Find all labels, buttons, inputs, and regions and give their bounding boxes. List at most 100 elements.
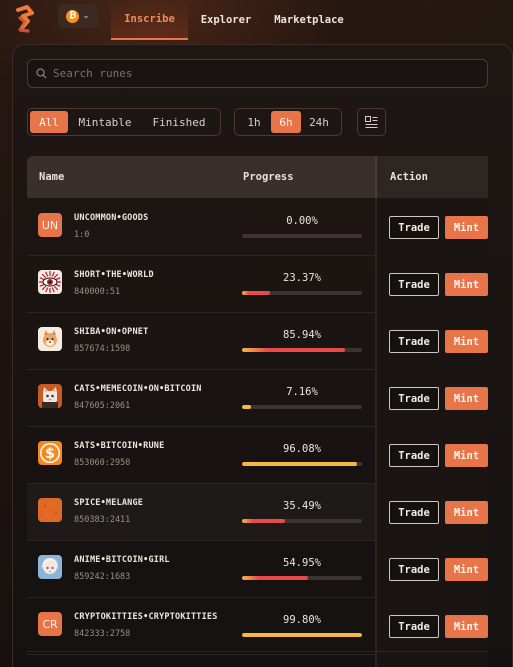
top-navigation: ₿ ⌄ Inscribe Explorer Marketplace: [0, 0, 513, 40]
progress-percent: 99.80%: [283, 614, 321, 626]
row-actions: Trade Mint: [389, 387, 488, 411]
filter-finished[interactable]: Finished: [142, 111, 216, 133]
header-name[interactable]: Name: [39, 156, 64, 198]
filter-mintable[interactable]: Mintable: [68, 111, 142, 133]
row-actions: Trade Mint: [389, 330, 488, 354]
search-input[interactable]: [53, 67, 473, 80]
mint-button[interactable]: Mint: [445, 273, 488, 296]
chain-selector[interactable]: ₿ ⌄: [58, 4, 98, 28]
rune-name[interactable]: CRYPTOKITTIES•CRYPTOKITTIES: [74, 612, 218, 622]
rune-name[interactable]: ANIME•BITCOIN•GIRL: [74, 555, 170, 565]
progress-percent: 0.00%: [286, 215, 318, 227]
progress-bar: [242, 633, 362, 637]
mint-button[interactable]: Mint: [445, 558, 488, 581]
eye-icon: [38, 270, 62, 294]
list-view-icon: [365, 115, 378, 128]
progress-bar-fill: [242, 576, 308, 580]
search-box[interactable]: [27, 59, 488, 88]
table-row[interactable]: $ SATS•BITCOIN•RUNE 853060:2950 96.08%: [27, 427, 375, 484]
filter-6h[interactable]: 6h: [271, 111, 301, 133]
cat-icon: [38, 384, 62, 408]
rune-name[interactable]: SATS•BITCOIN•RUNE: [74, 441, 164, 451]
table-row[interactable]: ANIME•BITCOIN•GIRL 859242:1683 54.95%: [27, 541, 375, 598]
shiba-icon: [38, 327, 62, 351]
rune-id: 857674:1598: [74, 344, 131, 354]
progress-percent: 23.37%: [283, 272, 321, 284]
table-row[interactable]: UN UNCOMMON•GOODS 1:0 0.00%: [27, 199, 375, 256]
mint-button[interactable]: Mint: [445, 216, 488, 239]
rune-name[interactable]: SHIBA•ON•OPNET: [74, 327, 148, 337]
table-row[interactable]: CR CRYPTOKITTIES•CRYPTOKITTIES 842333:2758…: [27, 598, 375, 655]
mint-button[interactable]: Mint: [445, 444, 488, 467]
rune-id: 842333:2758: [74, 629, 131, 639]
time-filter: 1h 6h 24h: [234, 108, 342, 136]
trade-button[interactable]: Trade: [389, 330, 439, 353]
mint-button[interactable]: Mint: [445, 615, 488, 638]
progress-percent: 54.95%: [283, 557, 321, 569]
trade-button[interactable]: Trade: [389, 216, 439, 239]
action-header-cell: Action: [375, 156, 488, 198]
row-actions: Trade Mint: [389, 444, 488, 468]
tab-marketplace[interactable]: Marketplace: [270, 0, 348, 40]
progress-percent: 35.49%: [283, 500, 321, 512]
status-filter: All Mintable Finished: [27, 108, 221, 136]
tab-explorer[interactable]: Explorer: [196, 0, 256, 40]
table-divider: [27, 651, 488, 652]
progress-bar: [242, 291, 362, 295]
trade-button[interactable]: Trade: [389, 444, 439, 467]
rune-id: 850383:2411: [74, 515, 131, 525]
rune-name[interactable]: SPICE•MELANGE: [74, 498, 143, 508]
row-actions: Trade Mint: [389, 273, 488, 297]
progress-bar-fill: [242, 462, 358, 466]
row-actions: Trade Mint: [389, 216, 488, 240]
view-toggle-button[interactable]: [357, 108, 386, 136]
trade-button[interactable]: Trade: [389, 387, 439, 410]
progress-percent: 85.94%: [283, 329, 321, 341]
bitcoin-icon: ₿: [66, 9, 80, 23]
progress-bar-fill: [242, 405, 251, 409]
trade-button[interactable]: Trade: [389, 273, 439, 296]
trade-button[interactable]: Trade: [389, 558, 439, 581]
progress-bar: [242, 519, 362, 523]
progress-bar-fill: [242, 348, 346, 352]
progress-bar: [242, 348, 362, 352]
svg-text:$: $: [45, 446, 55, 462]
filter-1h[interactable]: 1h: [237, 111, 271, 133]
tab-inscribe[interactable]: Inscribe: [111, 0, 188, 40]
table-row[interactable]: SHORT•THE•WORLD 840000:51 23.37%: [27, 256, 375, 313]
rune-id: 840000:51: [74, 287, 121, 297]
rune-id: 853060:2950: [74, 458, 131, 468]
filter-all[interactable]: All: [30, 111, 68, 133]
rune-name[interactable]: CATS•MEMECOIN•ON•BITCOIN: [74, 384, 202, 394]
table-row[interactable]: CATS•MEMECOIN•ON•BITCOIN 847605:2061 7.16%: [27, 370, 375, 427]
header-progress[interactable]: Progress: [243, 156, 294, 198]
dollar-coin-icon: $: [38, 441, 62, 465]
rune-id: 1:0: [74, 230, 90, 240]
mint-button[interactable]: Mint: [445, 501, 488, 524]
mint-button[interactable]: Mint: [445, 387, 488, 410]
trade-button[interactable]: Trade: [389, 501, 439, 524]
progress-bar-fill: [242, 519, 285, 523]
progress-bar: [242, 462, 362, 466]
chevron-down-icon: ⌄: [82, 11, 90, 21]
trade-button[interactable]: Trade: [389, 615, 439, 638]
rune-initials: CR: [38, 612, 62, 636]
rune-name[interactable]: SHORT•THE•WORLD: [74, 270, 154, 280]
mint-button[interactable]: Mint: [445, 330, 488, 353]
row-actions: Trade Mint: [389, 558, 488, 582]
filter-24h[interactable]: 24h: [301, 111, 337, 133]
progress-bar: [242, 234, 362, 238]
table-row[interactable]: SHIBA•ON•OPNET 857674:1598 85.94%: [27, 313, 375, 370]
rune-initials: UN: [38, 213, 62, 237]
progress-percent: 96.08%: [283, 443, 321, 455]
logo-icon[interactable]: [10, 4, 40, 34]
table-row[interactable]: SPICE•MELANGE 850383:2411 35.49%: [27, 484, 375, 541]
search-icon: [36, 68, 47, 79]
progress-bar-fill: [242, 291, 271, 295]
spice-icon: [38, 498, 62, 522]
anime-girl-icon: [38, 555, 62, 579]
rune-name[interactable]: UNCOMMON•GOODS: [74, 213, 148, 223]
progress-bar-fill: [242, 633, 362, 637]
progress-bar: [242, 576, 362, 580]
rune-id: 859242:1683: [74, 572, 131, 582]
